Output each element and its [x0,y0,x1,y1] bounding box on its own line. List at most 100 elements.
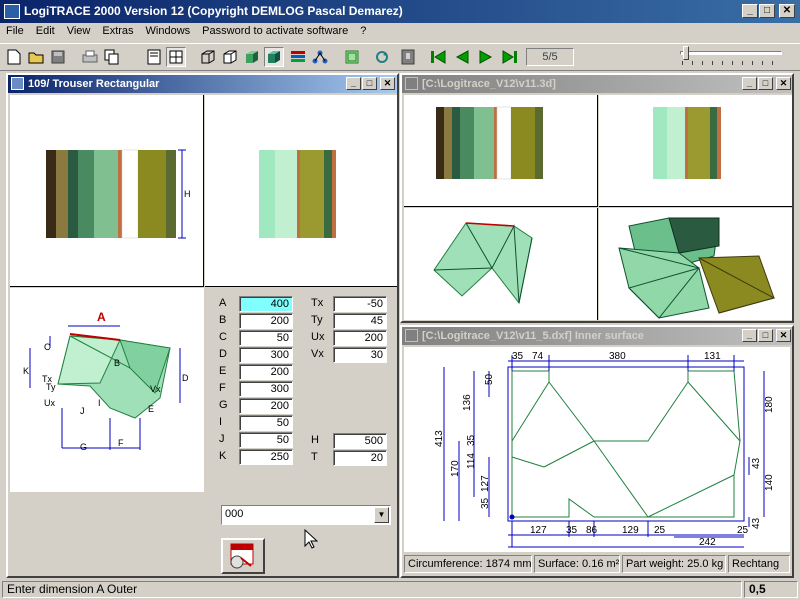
param-input-f[interactable]: 300 [239,381,293,397]
window-title: 109/ Trouser Rectangular [28,78,160,90]
param-label-e: E [219,365,227,377]
param-input-ux[interactable]: 200 [333,330,387,346]
param-input-b[interactable]: 200 [239,313,293,329]
dxf-dim-left-3: 35 [466,434,477,446]
param-label-g: G [219,399,228,411]
sketch-label-g: G [80,442,87,452]
window-dxf-maximize-button[interactable]: □ [758,329,773,342]
window-3d-maximize-button[interactable]: □ [758,77,773,90]
param-label-f: F [219,382,226,394]
menu-password[interactable]: Password to activate software [196,23,354,39]
sketch-pane: A C B K Tx Ty Ux J I E Vx D G F [10,288,204,492]
param-input-tx[interactable]: -50 [333,296,387,312]
param-label-d: D [219,348,227,360]
3d-top-pane [404,208,598,320]
param-label-b: B [219,314,227,326]
window-maximize-button[interactable]: □ [362,77,377,90]
sketch-label-b: B [114,358,120,368]
dxf-dim-right-1: 43 [751,457,762,469]
dxf-dim-right-3: 43 [751,517,762,529]
window-3d-close-button[interactable]: ✕ [776,77,791,90]
menu-extras[interactable]: Extras [96,23,139,39]
param-input-ty[interactable]: 45 [333,313,387,329]
preset-dropdown[interactable]: 000 ▼ [221,505,391,525]
device-icon[interactable] [398,47,418,67]
sketch-label-i: I [98,398,101,408]
maximize-button[interactable]: □ [759,4,775,18]
param-label-k: K [219,450,227,462]
last-page-icon[interactable] [500,47,520,67]
page-counter: 5/5 [526,48,574,66]
calculate-button[interactable] [221,538,265,574]
dxf-drawing-pane: 35 74 380 131 50 136 413 35 170 114 127 35 180 43 140 4… [404,347,790,552]
menu-edit[interactable]: Edit [30,23,61,39]
window-dxf-minimize-button[interactable]: _ [742,329,757,342]
copy-icon[interactable] [102,47,122,67]
param-input-j[interactable]: 50 [239,432,293,448]
menu-help[interactable]: ? [354,23,372,39]
parameter-panel: A 400 B 200 C 50 D 300 E 200 F 300 G 200 I 50 J 50 K 250 Tx -… [205,288,397,576]
param-input-t[interactable]: 20 [333,450,387,466]
wireframe-cube-icon[interactable] [198,47,218,67]
param-label-j: J [219,433,225,445]
param-input-h[interactable]: 500 [333,433,387,449]
front-view-drawing: H [46,149,191,239]
dxf-dim-bottom-5: 25 [737,525,749,536]
window-3d-minimize-button[interactable]: _ [742,77,757,90]
new-file-icon[interactable] [4,47,24,67]
window-dxf-title-bar[interactable]: [C:\Logitrace_V12\v11_5.dxf] Inner surfa… [402,327,792,345]
param-label-t: T [311,451,318,463]
mouse-cursor-icon [304,528,319,552]
dxf-dim-bottom-1: 35 [566,525,578,536]
param-input-g[interactable]: 200 [239,398,293,414]
param-input-a[interactable]: 400 [239,296,293,312]
window-3d-title-bar[interactable]: [C:\Logitrace_V12\v11.3d] _ □ ✕ [402,75,792,93]
param-input-c[interactable]: 50 [239,330,293,346]
menu-windows[interactable]: Windows [140,23,197,39]
dxf-dim-left-2: 413 [434,430,445,447]
prev-page-icon[interactable] [452,47,472,67]
dxf-dim-bottom-4: 25 [654,525,666,536]
tree-structure-icon[interactable] [310,47,330,67]
3d-side-pane [599,95,792,207]
window-minimize-button[interactable]: _ [346,77,361,90]
first-page-icon[interactable] [428,47,448,67]
dropdown-arrow-icon[interactable]: ▼ [374,507,389,523]
param-input-e[interactable]: 200 [239,364,293,380]
window-title-bar[interactable]: 109/ Trouser Rectangular _ □ ✕ [8,75,397,93]
rotate-icon[interactable] [372,47,392,67]
param-input-vx[interactable]: 30 [333,347,387,363]
hidden-line-cube-icon[interactable] [220,47,240,67]
window-3d-view: [C:\Logitrace_V12\v11.3d] _ □ ✕ [400,73,794,323]
app-title: LogiTRACE 2000 Version 12 (Copyright DEM… [24,4,403,18]
window-dxf-close-button[interactable]: ✕ [776,329,791,342]
param-input-i[interactable]: 50 [239,415,293,431]
shaded-cube-icon[interactable] [242,47,262,67]
window-close-button[interactable]: ✕ [380,77,395,90]
window-dxf-unfold: [C:\Logitrace_V12\v11_5.dxf] Inner surfa… [400,325,794,578]
color-palette-icon[interactable] [288,47,308,67]
textured-cube-icon[interactable] [264,47,284,67]
3d-front-pane [404,95,598,207]
page-view-icon[interactable] [144,47,164,67]
menu-bar: File Edit View Extras Windows Password to act… [0,23,800,42]
menu-file[interactable]: File [0,23,30,39]
next-page-icon[interactable] [476,47,496,67]
menu-view[interactable]: View [61,23,97,39]
unfold-icon[interactable] [342,47,362,67]
dxf-dim-bottom-3: 129 [622,525,639,536]
print-icon[interactable] [80,47,100,67]
dxf-dim-right-2: 140 [764,474,775,491]
zoom-slider-thumb[interactable] [682,46,689,60]
minimize-button[interactable]: _ [742,4,758,18]
dxf-dim-right-0: 180 [764,396,775,413]
zoom-slider-track[interactable] [680,51,782,55]
param-input-d[interactable]: 300 [239,347,293,363]
app-icon [4,4,20,19]
grid-view-icon[interactable] [166,47,186,67]
dxf-dim-left-1: 136 [462,394,473,411]
param-input-k[interactable]: 250 [239,449,293,465]
close-button[interactable]: ✕ [779,4,795,18]
save-icon[interactable] [48,47,68,67]
open-folder-icon[interactable] [26,47,46,67]
